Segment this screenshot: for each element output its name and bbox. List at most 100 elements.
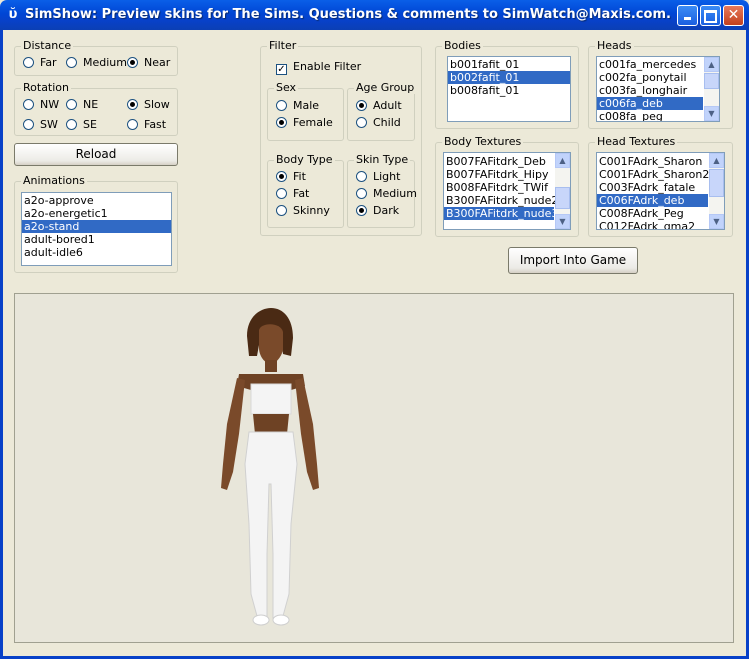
skin-light-radio[interactable]: Light [356,170,400,183]
scroll-down-icon[interactable]: ▼ [704,106,719,121]
distance-far-label: Far [40,56,57,69]
distance-label: Distance [21,39,74,52]
rotation-sw-radio[interactable]: SW [23,118,58,131]
radio-indicator [356,100,367,111]
rotation-nw-label: NW [40,98,60,111]
radio-indicator [23,57,34,68]
body-skinny-label: Skinny [293,204,330,217]
radio-indicator [127,99,138,110]
list-item[interactable]: adult-idle6 [22,246,171,259]
body-textures-scrollbar[interactable]: ▲ ▼ [555,153,570,229]
checkmark-icon: ✓ [276,64,287,75]
app-icon[interactable]: ῠ [6,7,20,23]
reload-button[interactable]: Reload [14,143,178,166]
distance-far-radio[interactable]: Far [23,56,57,69]
body-fit-radio[interactable]: Fit [276,170,306,183]
minimize-button[interactable] [677,5,698,26]
rotation-ne-label: NE [83,98,99,111]
list-item[interactable]: adult-bored1 [22,233,171,246]
radio-indicator [66,57,77,68]
list-item[interactable]: b002fafit_01 [448,71,570,84]
list-item[interactable]: a2o-stand [22,220,171,233]
age-child-radio[interactable]: Child [356,116,401,129]
body-fat-radio[interactable]: Fat [276,187,309,200]
body-type-label: Body Type [274,153,335,166]
distance-near-radio[interactable]: Near [127,56,170,69]
list-item[interactable]: C001FAdrk_Sharon2 [597,168,724,181]
title-bar[interactable]: ῠ SimShow: Preview skins for The Sims. Q… [0,0,749,30]
animations-list[interactable]: a2o-approve a2o-energetic1 a2o-stand adu… [21,192,172,266]
rotation-ne-radio[interactable]: NE [66,98,98,111]
rotation-slow-radio[interactable]: Slow [127,98,170,111]
filter-group: Filter ✓ Enable Filter Sex Male Female Ag… [260,39,422,236]
heads-list[interactable]: c001fa_mercedes c002fa_ponytail c003fa_l… [596,56,720,122]
skin-dark-label: Dark [373,204,400,217]
scroll-thumb[interactable] [704,73,719,89]
bodies-list[interactable]: b001fafit_01 b002fafit_01 b008fafit_01 [447,56,571,122]
list-item[interactable]: C008FAdrk_Peg [597,207,724,220]
list-item[interactable]: b008fafit_01 [448,84,570,97]
maximize-icon [704,10,717,23]
scroll-thumb[interactable] [555,187,570,209]
scroll-up-icon[interactable]: ▲ [704,57,719,72]
scroll-thumb[interactable] [709,169,724,197]
import-into-game-button[interactable]: Import Into Game [508,247,638,274]
list-item[interactable]: B300FAFitdrk_nude3 [444,207,558,220]
body-skinny-radio[interactable]: Skinny [276,204,330,217]
age-group-label: Age Group [354,81,417,94]
radio-indicator [276,188,287,199]
maximize-button[interactable] [700,5,721,26]
list-item[interactable]: C012FAdrk_gma2 [597,220,724,229]
rotation-nw-radio[interactable]: NW [23,98,59,111]
list-item[interactable]: B007FAFitdrk_Deb [444,155,570,168]
radio-indicator [127,119,138,130]
sim-preview-viewport[interactable] [14,293,734,643]
age-adult-label: Adult [373,99,402,112]
rotation-fast-radio[interactable]: Fast [127,118,166,131]
skin-medium-label: Medium [373,187,417,200]
list-item[interactable]: C006FAdrk_deb [597,194,708,207]
radio-indicator [23,99,34,110]
list-item[interactable]: c008fa_peg [597,110,719,121]
body-textures-list[interactable]: B007FAFitdrk_Deb B007FAFitdrk_Hipy B008F… [443,152,571,230]
scroll-down-icon[interactable]: ▼ [555,214,570,229]
close-button[interactable]: ✕ [723,5,744,26]
window-title: SimShow: Preview skins for The Sims. Que… [25,7,671,22]
head-textures-list[interactable]: C001FAdrk_Sharon C001FAdrk_Sharon2 C003F… [596,152,725,230]
list-item[interactable]: c006fa_deb [597,97,703,110]
age-child-label: Child [373,116,401,129]
rotation-sw-label: SW [40,118,58,131]
list-item[interactable]: B300FAFitdrk_nude2 [444,194,570,207]
heads-scrollbar[interactable]: ▲ ▼ [704,57,719,121]
list-item[interactable]: c001fa_mercedes [597,58,719,71]
distance-medium-radio[interactable]: Medium [66,56,127,69]
scroll-up-icon[interactable]: ▲ [555,153,570,168]
sex-female-radio[interactable]: Female [276,116,333,129]
distance-group: Distance Far Medium Near [14,39,178,76]
list-item[interactable]: b001fafit_01 [448,58,570,71]
list-item[interactable]: C003FAdrk_fatale [597,181,724,194]
list-item[interactable]: a2o-approve [22,194,171,207]
skin-dark-radio[interactable]: Dark [356,204,399,217]
radio-indicator [356,171,367,182]
list-item[interactable]: B007FAFitdrk_Hipy [444,168,570,181]
skin-light-label: Light [373,170,401,183]
head-textures-scrollbar[interactable]: ▲ ▼ [709,153,724,229]
rotation-se-radio[interactable]: SE [66,118,97,131]
sex-label: Sex [274,81,299,94]
list-item[interactable]: c003fa_longhair [597,84,719,97]
head-textures-group: Head Textures C001FAdrk_Sharon C001FAdrk… [588,135,733,237]
sex-male-label: Male [293,99,320,112]
radio-indicator [23,119,34,130]
scroll-down-icon[interactable]: ▼ [709,214,724,229]
list-item[interactable]: a2o-energetic1 [22,207,171,220]
list-item[interactable]: C001FAdrk_Sharon [597,155,724,168]
scroll-up-icon[interactable]: ▲ [709,153,724,168]
age-adult-radio[interactable]: Adult [356,99,402,112]
enable-filter-checkbox[interactable]: ✓ Enable Filter [276,60,361,75]
sex-male-radio[interactable]: Male [276,99,319,112]
list-item[interactable]: B008FAFitdrk_TWif [444,181,570,194]
skin-medium-radio[interactable]: Medium [356,187,417,200]
list-item[interactable]: c002fa_ponytail [597,71,719,84]
sex-female-label: Female [293,116,333,129]
